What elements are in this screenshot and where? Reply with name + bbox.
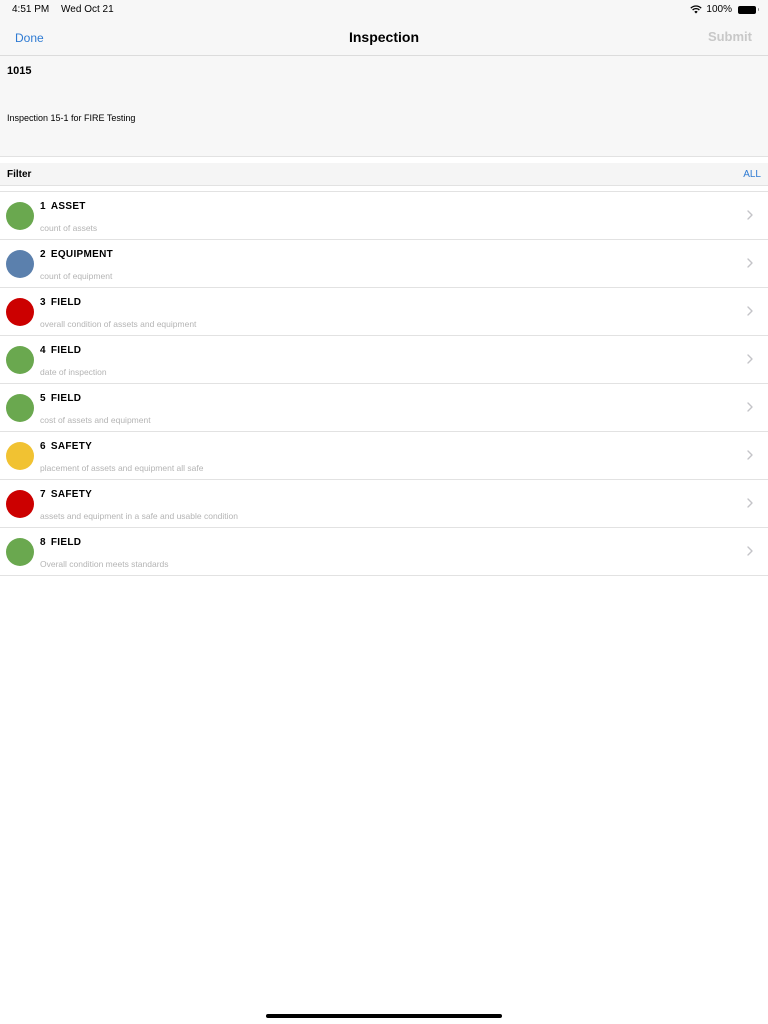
status-left: 4:51 PM Wed Oct 21: [12, 4, 123, 15]
item-title: 4 FIELD: [40, 345, 81, 356]
item-title: 3 FIELD: [40, 297, 81, 308]
item-category: EQUIPMENT: [50, 249, 114, 260]
chevron-right-icon: [747, 210, 753, 220]
filter-all-button[interactable]: ALL: [743, 169, 761, 180]
battery-icon: [738, 5, 759, 14]
navigation-bar: Done Inspection Submit: [0, 20, 768, 56]
item-category: FIELD: [50, 297, 82, 308]
battery-percent: 100%: [706, 4, 732, 15]
inspection-description: Inspection 15-1 for FIRE Testing: [7, 113, 136, 123]
list-item[interactable]: 1 ASSET count of assets: [0, 192, 768, 240]
list-item[interactable]: 4 FIELD date of inspection: [0, 336, 768, 384]
chevron-right-icon: [747, 306, 753, 316]
item-number: 6: [40, 441, 46, 452]
chevron-right-icon: [747, 450, 753, 460]
item-subtitle: placement of assets and equipment all sa…: [40, 463, 204, 473]
item-number: 2: [40, 249, 46, 260]
item-subtitle: overall condition of assets and equipmen…: [40, 319, 197, 329]
item-title: 5 FIELD: [40, 393, 81, 404]
inspection-info: 1015 Inspection 15-1 for FIRE Testing: [0, 56, 768, 157]
status-dot-icon: [6, 538, 34, 566]
item-number: 3: [40, 297, 46, 308]
status-bar: 4:51 PM Wed Oct 21 100%: [0, 0, 768, 20]
status-dot-icon: [6, 490, 34, 518]
submit-button[interactable]: Submit: [708, 29, 752, 44]
chevron-right-icon: [747, 354, 753, 364]
item-category: SAFETY: [50, 441, 93, 452]
item-title: 1 ASSET: [40, 201, 86, 212]
list-item[interactable]: 2 EQUIPMENT count of equipment: [0, 240, 768, 288]
page-title: Inspection: [348, 29, 419, 45]
filter-bar: Filter ALL: [0, 163, 768, 186]
item-subtitle: assets and equipment in a safe and usabl…: [40, 511, 238, 521]
item-number: 4: [40, 345, 46, 356]
item-category: FIELD: [50, 345, 82, 356]
filter-label: Filter: [7, 169, 32, 180]
status-dot-icon: [6, 298, 34, 326]
status-time: 4:51 PM: [12, 4, 50, 15]
list-item[interactable]: 7 SAFETY assets and equipment in a safe a…: [0, 480, 768, 528]
item-number: 5: [40, 393, 46, 404]
chevron-right-icon: [747, 546, 753, 556]
status-dot-icon: [6, 202, 34, 230]
status-dot-icon: [6, 394, 34, 422]
top-area: 4:51 PM Wed Oct 21 100% Done Inspection …: [0, 0, 768, 56]
chevron-right-icon: [747, 498, 753, 508]
list-item[interactable]: 3 FIELD overall condition of assets and e…: [0, 288, 768, 336]
chevron-right-icon: [747, 258, 753, 268]
item-subtitle: cost of assets and equipment: [40, 415, 151, 425]
item-title: 7 SAFETY: [40, 489, 92, 500]
item-number: 7: [40, 489, 46, 500]
item-category: FIELD: [50, 393, 82, 404]
item-category: ASSET: [50, 201, 86, 212]
status-dot-icon: [6, 442, 34, 470]
item-number: 1: [40, 201, 46, 212]
inspection-item-list: 1 ASSET count of assets 2 EQUIPMENT count …: [0, 191, 768, 576]
item-subtitle: count of equipment: [40, 271, 113, 281]
list-item[interactable]: 8 FIELD Overall condition meets standards: [0, 528, 768, 576]
status-right: 100%: [690, 4, 759, 15]
inspection-id: 1015: [7, 65, 32, 77]
item-subtitle: date of inspection: [40, 367, 107, 377]
status-dot-icon: [6, 346, 34, 374]
status-dot-icon: [6, 250, 34, 278]
wifi-icon: [690, 5, 703, 14]
item-subtitle: count of assets: [40, 223, 98, 233]
item-category: FIELD: [50, 537, 82, 548]
list-item[interactable]: 5 FIELD cost of assets and equipment: [0, 384, 768, 432]
list-item[interactable]: 6 SAFETY placement of assets and equipmen…: [0, 432, 768, 480]
item-category: SAFETY: [50, 489, 93, 500]
chevron-right-icon: [747, 402, 753, 412]
item-number: 8: [40, 537, 46, 548]
status-date: Wed Oct 21: [61, 4, 114, 15]
item-title: 2 EQUIPMENT: [40, 249, 113, 260]
home-indicator[interactable]: [266, 1014, 502, 1018]
item-subtitle: Overall condition meets standards: [40, 559, 169, 569]
item-title: 6 SAFETY: [40, 441, 92, 452]
item-title: 8 FIELD: [40, 537, 81, 548]
